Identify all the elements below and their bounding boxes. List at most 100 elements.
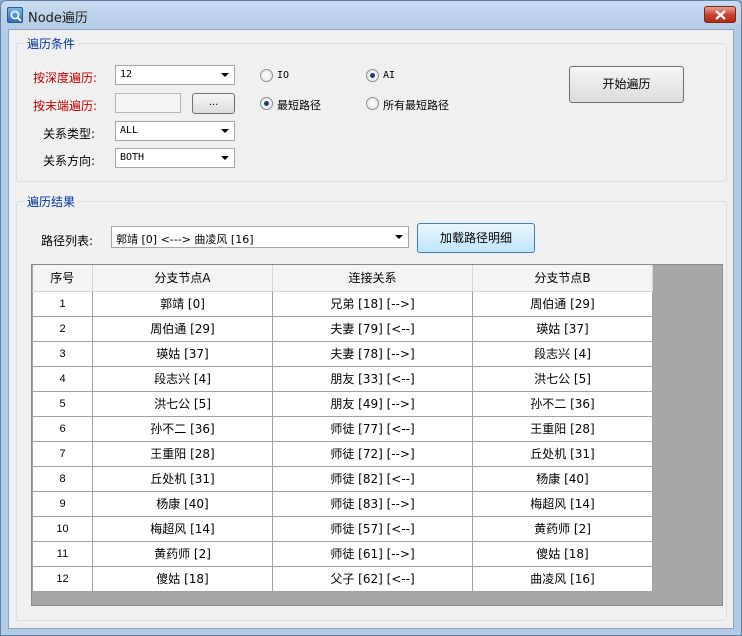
- window-title: Node遍历: [28, 11, 88, 26]
- node-a-cell[interactable]: 郭靖 [0]: [92, 290, 273, 317]
- node-a-cell[interactable]: 傻姑 [18]: [92, 565, 273, 592]
- relation-type-combo[interactable]: ALL: [115, 121, 235, 141]
- table-row[interactable]: 4 段志兴 [4] 朋友 [33] [<--] 洪七公 [5]: [32, 365, 653, 392]
- node-b-cell[interactable]: 黄药师 [2]: [472, 515, 653, 542]
- relation-cell[interactable]: 师徒 [83] [-->]: [272, 490, 473, 517]
- relation-type-label: 关系类型:: [43, 127, 96, 141]
- node-a-cell[interactable]: 段志兴 [4]: [92, 365, 273, 392]
- table-row[interactable]: 2 周伯通 [29] 夫妻 [79] [<--] 瑛姑 [37]: [32, 315, 653, 342]
- radio-shortest-path[interactable]: [260, 97, 273, 110]
- conditions-group-title: 遍历条件: [24, 35, 79, 52]
- relation-dir-value: BOTH: [120, 152, 145, 163]
- node-a-cell[interactable]: 洪七公 [5]: [92, 390, 273, 417]
- node-b-cell[interactable]: 周伯通 [29]: [472, 290, 653, 317]
- node-b-cell[interactable]: 曲凌风 [16]: [472, 565, 653, 592]
- node-b-cell[interactable]: 杨康 [40]: [472, 465, 653, 492]
- relation-cell[interactable]: 师徒 [82] [<--]: [272, 465, 473, 492]
- column-header-relation[interactable]: 连接关系: [272, 265, 473, 292]
- close-button[interactable]: [704, 6, 736, 23]
- relation-cell[interactable]: 师徒 [57] [<--]: [272, 515, 473, 542]
- app-search-icon: [7, 7, 23, 23]
- relation-cell[interactable]: 师徒 [77] [<--]: [272, 415, 473, 442]
- title-bar[interactable]: Node遍历: [1, 1, 741, 29]
- radio-io[interactable]: [260, 69, 273, 82]
- chevron-down-icon: [221, 73, 229, 77]
- relation-cell[interactable]: 夫妻 [78] [-->]: [272, 340, 473, 367]
- path-list-combo[interactable]: 郭靖 [0] <---> 曲凌风 [16]: [111, 226, 409, 248]
- chevron-down-icon: [221, 129, 229, 133]
- radio-all-shortest-paths[interactable]: [366, 97, 379, 110]
- node-a-cell[interactable]: 杨康 [40]: [92, 490, 273, 517]
- node-a-cell[interactable]: 丘处机 [31]: [92, 465, 273, 492]
- table-row[interactable]: 11 黄药师 [2] 师徒 [61] [-->] 傻姑 [18]: [32, 540, 653, 567]
- relation-cell[interactable]: 朋友 [49] [-->]: [272, 390, 473, 417]
- row-index-cell[interactable]: 6: [32, 415, 93, 442]
- row-index-cell[interactable]: 1: [32, 290, 93, 317]
- relation-cell[interactable]: 兄弟 [18] [-->]: [272, 290, 473, 317]
- row-index-cell[interactable]: 9: [32, 490, 93, 517]
- node-b-cell[interactable]: 孙不二 [36]: [472, 390, 653, 417]
- node-b-cell[interactable]: 瑛姑 [37]: [472, 315, 653, 342]
- row-index-cell[interactable]: 5: [32, 390, 93, 417]
- relation-cell[interactable]: 师徒 [72] [-->]: [272, 440, 473, 467]
- node-a-cell[interactable]: 梅超风 [14]: [92, 515, 273, 542]
- node-a-cell[interactable]: 黄药师 [2]: [92, 540, 273, 567]
- chevron-down-icon: [221, 156, 229, 160]
- table-row[interactable]: 12 傻姑 [18] 父子 [62] [<--] 曲凌风 [16]: [32, 565, 653, 592]
- depth-value: 12: [120, 69, 133, 80]
- path-list-label: 路径列表:: [41, 234, 94, 248]
- load-path-details-button[interactable]: 加载路径明细: [417, 223, 535, 253]
- table-row[interactable]: 1 郭靖 [0] 兄弟 [18] [-->] 周伯通 [29]: [32, 290, 653, 317]
- table-row[interactable]: 9 杨康 [40] 师徒 [83] [-->] 梅超风 [14]: [32, 490, 653, 517]
- main-window: Node遍历 遍历条件 按深度遍历: 12 按末端遍历: ... 关系类型: A…: [0, 0, 742, 636]
- node-a-cell[interactable]: 王重阳 [28]: [92, 440, 273, 467]
- node-b-cell[interactable]: 丘处机 [31]: [472, 440, 653, 467]
- row-index-cell[interactable]: 10: [32, 515, 93, 542]
- node-b-cell[interactable]: 王重阳 [28]: [472, 415, 653, 442]
- table-row[interactable]: 3 瑛姑 [37] 夫妻 [78] [-->] 段志兴 [4]: [32, 340, 653, 367]
- node-a-cell[interactable]: 瑛姑 [37]: [92, 340, 273, 367]
- relation-cell[interactable]: 夫妻 [79] [<--]: [272, 315, 473, 342]
- table-row[interactable]: 6 孙不二 [36] 师徒 [77] [<--] 王重阳 [28]: [32, 415, 653, 442]
- row-index-cell[interactable]: 2: [32, 315, 93, 342]
- table-row[interactable]: 8 丘处机 [31] 师徒 [82] [<--] 杨康 [40]: [32, 465, 653, 492]
- radio-shortest-label: 最短路径: [277, 99, 321, 112]
- table-row[interactable]: 5 洪七公 [5] 朋友 [49] [-->] 孙不二 [36]: [32, 390, 653, 417]
- node-a-cell[interactable]: 孙不二 [36]: [92, 415, 273, 442]
- results-group-title: 遍历结果: [24, 193, 79, 210]
- column-header-node-a[interactable]: 分支节点A: [92, 265, 273, 292]
- browse-button[interactable]: ...: [192, 93, 235, 114]
- column-header-node-b[interactable]: 分支节点B: [472, 265, 653, 292]
- table-header-row: 序号 分支节点A 连接关系 分支节点B: [32, 265, 653, 292]
- table-row[interactable]: 10 梅超风 [14] 师徒 [57] [<--] 黄药师 [2]: [32, 515, 653, 542]
- radio-io-label: IO: [277, 70, 290, 81]
- node-a-cell[interactable]: 周伯通 [29]: [92, 315, 273, 342]
- radio-ai-label: AI: [383, 70, 396, 81]
- radio-all-shortest-label: 所有最短路径: [383, 99, 449, 112]
- depth-combo[interactable]: 12: [115, 65, 235, 85]
- column-header-index[interactable]: 序号: [32, 265, 93, 292]
- row-index-cell[interactable]: 11: [32, 540, 93, 567]
- table-body: 1 郭靖 [0] 兄弟 [18] [-->] 周伯通 [29] 2 周伯通 [29] 夫妻 …: [32, 290, 653, 592]
- relation-cell[interactable]: 朋友 [33] [<--]: [272, 365, 473, 392]
- table-row[interactable]: 7 王重阳 [28] 师徒 [72] [-->] 丘处机 [31]: [32, 440, 653, 467]
- depth-label: 按深度遍历:: [33, 71, 98, 85]
- row-index-cell[interactable]: 3: [32, 340, 93, 367]
- node-b-cell[interactable]: 傻姑 [18]: [472, 540, 653, 567]
- row-index-cell[interactable]: 8: [32, 465, 93, 492]
- row-index-cell[interactable]: 4: [32, 365, 93, 392]
- relation-cell[interactable]: 父子 [62] [<--]: [272, 565, 473, 592]
- endpoint-input[interactable]: [115, 93, 181, 113]
- node-b-cell[interactable]: 洪七公 [5]: [472, 365, 653, 392]
- path-detail-grid[interactable]: 序号 分支节点A 连接关系 分支节点B 1 郭靖 [0] 兄弟 [18] [-->]…: [31, 264, 723, 606]
- row-index-cell[interactable]: 12: [32, 565, 93, 592]
- relation-dir-combo[interactable]: BOTH: [115, 148, 235, 168]
- node-b-cell[interactable]: 段志兴 [4]: [472, 340, 653, 367]
- radio-ai[interactable]: [366, 69, 379, 82]
- relation-cell[interactable]: 师徒 [61] [-->]: [272, 540, 473, 567]
- node-b-cell[interactable]: 梅超风 [14]: [472, 490, 653, 517]
- path-detail-table: 序号 分支节点A 连接关系 分支节点B 1 郭靖 [0] 兄弟 [18] [-->]…: [32, 265, 653, 592]
- endpoint-label: 按末端遍历:: [33, 99, 98, 113]
- row-index-cell[interactable]: 7: [32, 440, 93, 467]
- start-traversal-button[interactable]: 开始遍历: [569, 66, 684, 103]
